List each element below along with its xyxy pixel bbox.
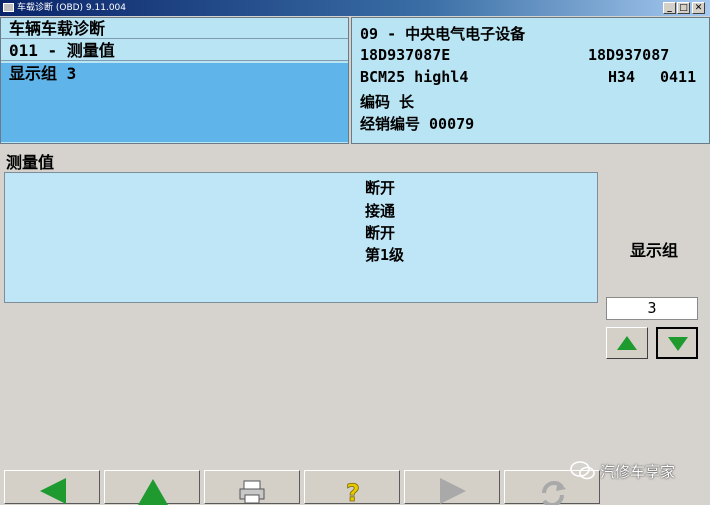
help-button[interactable]: ? bbox=[304, 470, 400, 505]
nav-item-vehicle-diagnosis[interactable]: 车辆车载诊断 bbox=[1, 18, 348, 39]
group-up-button[interactable] bbox=[606, 327, 648, 359]
close-button[interactable]: ✕ bbox=[692, 2, 705, 14]
app-icon bbox=[3, 3, 14, 12]
nav-item-display-group[interactable]: 显示组 3 bbox=[1, 63, 348, 142]
measurements-title: 测量值 bbox=[6, 153, 55, 172]
wechat-icon bbox=[570, 461, 595, 480]
measurement-value: 断开 bbox=[365, 224, 396, 242]
nav-item-measured-values[interactable]: 011 - 测量值 bbox=[1, 40, 348, 61]
watermark-text: 汽修车享家 bbox=[600, 463, 676, 481]
print-button[interactable] bbox=[204, 470, 300, 504]
title-bar: 车载诊断 (OBD) 9.11.004 _ □ ✕ bbox=[0, 0, 710, 16]
back-button[interactable] bbox=[4, 470, 100, 504]
group-down-button[interactable] bbox=[656, 327, 698, 359]
watermark: 汽修车享家 bbox=[570, 458, 710, 484]
forward-button[interactable] bbox=[404, 470, 500, 504]
navigation-panel: 车辆车载诊断 011 - 测量值 显示组 3 bbox=[0, 17, 349, 144]
triangle-up-icon bbox=[617, 336, 637, 350]
minimize-button[interactable]: _ bbox=[663, 2, 676, 14]
hardware-version: H34 bbox=[608, 68, 636, 86]
display-group-input[interactable]: 3 bbox=[606, 297, 698, 320]
measurements-list: 断开 接通 断开 第1级 bbox=[4, 172, 598, 303]
measurement-value: 断开 bbox=[365, 179, 396, 197]
part-number: 18D937087E bbox=[360, 46, 451, 64]
printer-icon bbox=[239, 480, 265, 504]
arrow-right-icon bbox=[440, 478, 466, 504]
help-icon: ? bbox=[346, 479, 361, 505]
up-button[interactable] bbox=[104, 470, 200, 505]
arrow-left-icon bbox=[40, 478, 66, 504]
window-title: 车载诊断 (OBD) 9.11.004 bbox=[17, 3, 127, 13]
refresh-icon bbox=[542, 481, 566, 505]
arrow-up-icon bbox=[138, 479, 168, 505]
module-info-panel: 09 - 中央电气电子设备 18D937087E 18D937087 BCM25… bbox=[351, 17, 710, 144]
svg-text:?: ? bbox=[346, 479, 360, 505]
triangle-down-icon bbox=[668, 337, 688, 351]
module-name: 09 - 中央电气电子设备 bbox=[360, 25, 526, 43]
dealer-number: 经销编号 00079 bbox=[360, 115, 475, 133]
software-version: 0411 bbox=[660, 68, 697, 86]
measurement-value: 第1级 bbox=[365, 246, 405, 264]
maximize-button[interactable]: □ bbox=[677, 2, 690, 14]
component-name: BCM25 highl4 bbox=[360, 68, 469, 86]
coding-value: 编码 长 bbox=[360, 93, 415, 111]
measurement-value: 接通 bbox=[365, 202, 396, 220]
part-number-right: 18D937087 bbox=[588, 46, 670, 64]
display-group-label: 显示组 bbox=[629, 241, 678, 260]
